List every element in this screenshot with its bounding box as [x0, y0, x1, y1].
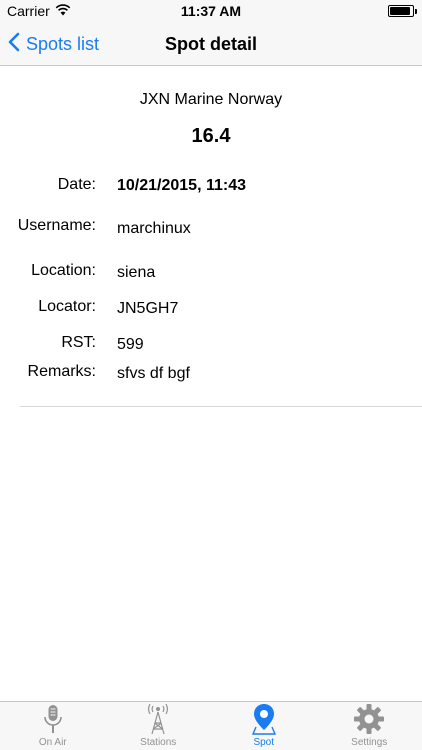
tab-on-air-label: On Air	[38, 737, 67, 748]
username-value: marchinux	[117, 220, 191, 237]
remarks-value: sfvs df bgf	[117, 365, 190, 382]
tab-settings[interactable]: Settings	[317, 702, 422, 750]
antenna-tower-icon	[143, 702, 173, 736]
location-label: Location:	[31, 262, 96, 279]
tab-stations-label: Stations	[140, 737, 177, 748]
content-divider	[20, 406, 422, 407]
username-label: Username:	[17, 217, 96, 234]
microphone-icon	[38, 702, 68, 736]
battery-icon	[388, 5, 417, 17]
tab-stations[interactable]: Stations	[106, 702, 212, 750]
locator-value: JN5GH7	[117, 300, 179, 317]
tab-spot-label: Spot	[253, 737, 275, 748]
location-value: siena	[117, 264, 156, 281]
station-name: JXN Marine Norway	[139, 91, 283, 108]
rst-value: 599	[117, 336, 144, 353]
locator-label: Locator:	[38, 298, 96, 315]
tab-spot[interactable]: Spot	[211, 702, 317, 750]
date-value: 10/21/2015, 11:43	[117, 177, 247, 194]
navigation-bar: Spots list Spot detail	[0, 22, 422, 66]
page-title: Spot detail	[164, 34, 257, 54]
status-bar: Carrier 11:37 AM	[0, 0, 422, 22]
tab-on-air[interactable]: On Air	[0, 702, 106, 750]
tab-settings-label: Settings	[351, 737, 388, 748]
map-pin-icon	[249, 702, 279, 736]
date-label: Date:	[57, 176, 96, 193]
tab-bar: On Air Stations Spot Settings	[0, 701, 422, 750]
status-time: 11:37 AM	[180, 3, 242, 19]
battery-level-fill	[390, 7, 410, 15]
rst-label: RST:	[61, 334, 96, 351]
frequency-value: 16.4	[191, 125, 231, 147]
gear-icon	[353, 702, 385, 736]
remarks-label: Remarks:	[27, 363, 96, 380]
